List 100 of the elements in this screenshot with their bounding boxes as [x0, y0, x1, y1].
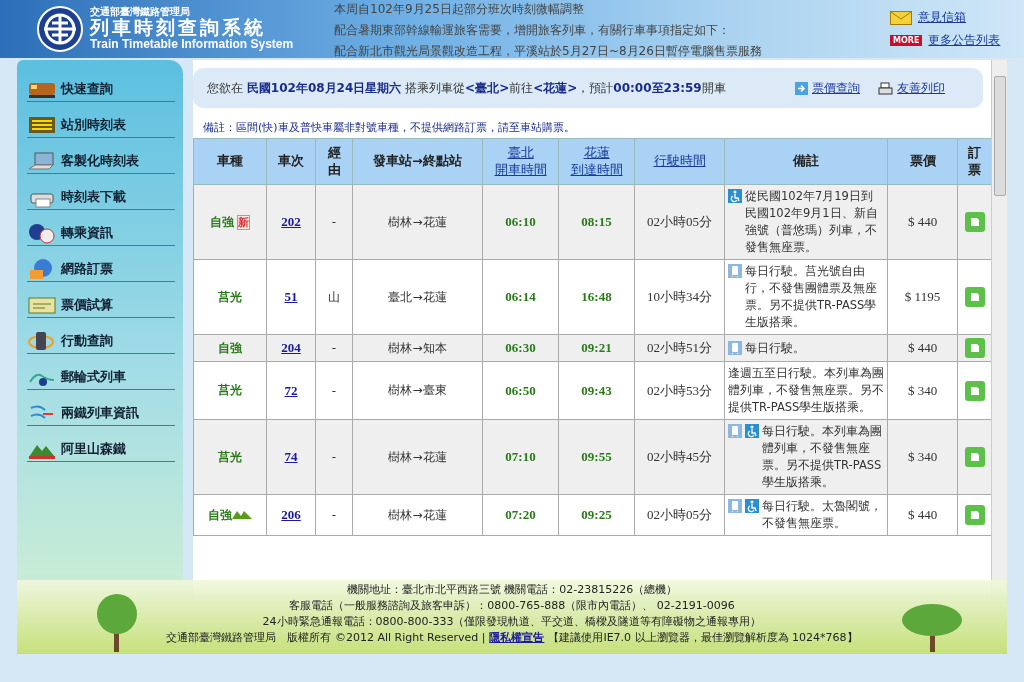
remark-text: 從民國102年7月19日到民國102年9月1日、新自強號（普悠瑪）列車，不發售無座票。 [745, 188, 879, 256]
table-cell: - [315, 494, 353, 536]
book-ticket-button[interactable] [964, 505, 985, 525]
railway-logo-icon [36, 5, 84, 53]
train-car-icon [728, 264, 742, 278]
remark-text: 每日行駛。莒光號自由行，不發售團體票及無座票。另不提供TR-PASS學生版搭乘。 [745, 263, 878, 331]
more-announcements-link[interactable]: 更多公告列表 [928, 32, 1001, 49]
sidebar-item[interactable]: 郵輪式列車 [27, 364, 175, 390]
table-cell: 樹林→花蓮 [352, 184, 483, 260]
train-number-link[interactable]: 206 [266, 494, 316, 536]
table-cell: 莒光 [193, 419, 267, 495]
table-cell: 02小時51分 [634, 334, 725, 362]
book-ticket-button[interactable] [964, 287, 985, 307]
print-friendly-link[interactable]: 友善列印 [897, 79, 945, 97]
sidebar-item[interactable]: 快速查詢 [27, 76, 175, 102]
sidebar-item[interactable]: 行動查詢 [27, 328, 175, 354]
table-cell: 09:25 [558, 494, 635, 536]
sidebar-item[interactable]: 時刻表下載 [27, 184, 175, 210]
book-ticket-button[interactable] [964, 338, 985, 358]
column-header[interactable]: 花蓮 到達時間 [558, 138, 635, 185]
table-cell: 02小時45分 [634, 419, 725, 495]
train-number-link[interactable]: 72 [266, 361, 316, 420]
new-badge: 新 [237, 214, 250, 230]
book-ticket-button[interactable] [964, 212, 985, 232]
footer-text: 機關地址：臺北市北平西路三號 機關電話：02-23815226（總機） [346, 582, 678, 598]
table-cell: 樹林→花蓮 [352, 494, 483, 536]
column-header[interactable]: 臺北 開車時間 [482, 138, 559, 185]
sidebar-item[interactable]: 票價試算 [27, 292, 175, 318]
table-cell: 02小時05分 [634, 494, 725, 536]
announcement-link[interactable]: 配合暑期東部幹線輸運旅客需要，增開旅客列車，有關行車事項指定如下： [334, 21, 872, 39]
table-cell: $ 340 [887, 361, 958, 420]
train-number-link[interactable]: 51 [266, 259, 316, 335]
train-car-icon [728, 340, 742, 355]
table-cell: 莒光 [193, 361, 267, 420]
table-cell: 08:15 [558, 184, 635, 260]
mountain-icon [232, 509, 252, 519]
table-cell: 山 [315, 259, 353, 335]
column-header: 車種 [193, 138, 267, 185]
remark-text: 每日行駛。太魯閣號，不發售無座票。 [762, 498, 883, 532]
privacy-link[interactable]: 隱私權宣告 [489, 630, 545, 646]
agency-name: 交通部臺灣鐵路管理局 [90, 7, 191, 18]
table-cell: 06:50 [482, 361, 559, 420]
wheelchair-icon [745, 424, 759, 438]
table-cell: 自強 新 [193, 184, 267, 260]
printer-icon [878, 81, 893, 95]
train-number-link[interactable]: 74 [266, 419, 316, 495]
table-cell: 09:21 [558, 334, 635, 362]
table-cell: - [315, 419, 353, 495]
table-cell: 09:43 [558, 361, 635, 420]
sidebar-item[interactable]: 轉乘資訊 [27, 220, 175, 246]
table-cell: $ 440 [887, 494, 958, 536]
table-cell: 臺北→花蓮 [352, 259, 483, 335]
table-cell: 樹林→花蓮 [352, 419, 483, 495]
sidebar-item[interactable]: 兩鐵列車資訊 [27, 400, 175, 426]
column-header: 票價 [887, 138, 958, 185]
transfer-icon [27, 221, 57, 244]
column-header: 車次 [266, 138, 316, 185]
sidebar-item[interactable]: 阿里山森鐵 [27, 436, 175, 462]
remark-text: 逢週五至日行駛。本列車為團體列車，不發售無座票。另不提供TR-PASS學生版搭乘。 [728, 365, 884, 416]
table-cell: 06:10 [482, 184, 559, 260]
table-cell: 樹林→臺東 [352, 361, 483, 420]
sidebar-item[interactable]: 客製化時刻表 [27, 148, 175, 174]
table-cell: 自強 [193, 494, 267, 536]
laptop-icon [27, 149, 57, 172]
announcement-link[interactable]: 配合新北市觀光局景觀改造工程，平溪站於5月27日~8月26日暫停電腦售票服務 [334, 42, 872, 60]
query-summary: 您欲在 民國102年08月24日星期六 搭乘列車從<臺北>前往<花蓮>，預計00:00至23:59開車 [207, 79, 726, 97]
site-title: 列車時刻查詢系統 [90, 18, 267, 38]
remark-text: 每日行駛。 [745, 339, 806, 357]
column-header: 訂 票 [957, 138, 991, 185]
table-cell: $ 440 [887, 334, 958, 362]
table-cell: $ 340 [887, 419, 958, 495]
book-ticket-button[interactable] [964, 447, 985, 467]
table-cell: 樹林→知本 [352, 334, 483, 362]
book-ticket-button[interactable] [964, 380, 985, 401]
train-number-link[interactable]: 202 [266, 184, 316, 260]
table-cell: $ 440 [887, 184, 958, 260]
copyright-text: 交通部臺灣鐵路管理局 版權所有 ©2012 All Right Reserved | [166, 630, 486, 646]
table-cell: 02小時05分 [634, 184, 725, 260]
table-cell: - [315, 361, 353, 420]
train-car-icon [728, 424, 742, 438]
arrow-icon [795, 81, 808, 95]
table-cell: 自強 [193, 334, 267, 362]
column-header[interactable]: 行駛時間 [634, 138, 725, 185]
fare-query-link[interactable]: 票價查詢 [812, 79, 860, 97]
column-header: 經 由 [315, 138, 353, 185]
envelope-icon [890, 10, 912, 25]
table-cell: 06:14 [482, 259, 559, 335]
table-cell: 16:48 [558, 259, 635, 335]
sidebar-item[interactable]: 網路訂票 [27, 256, 175, 282]
table-cell: 09:55 [558, 419, 635, 495]
wheelchair-icon [745, 499, 759, 513]
mobile-phone-icon [27, 329, 57, 352]
footer-text: 24小時緊急通報電話：0800-800-333（僅限發現軌道、平交道、橋樑及隧道等有障礙物之通報專用） [262, 614, 762, 630]
announcement-link[interactable]: 本周自102年9月25日起部分班次時刻微幅調整 [334, 0, 872, 18]
table-cell: 莒光 [193, 259, 267, 335]
wheelchair-icon [728, 189, 742, 203]
table-cell: - [315, 184, 353, 260]
mailbox-link[interactable]: 意見信箱 [918, 9, 966, 26]
column-header: 備註 [724, 138, 888, 185]
sidebar-item[interactable]: 站別時刻表 [27, 112, 175, 138]
